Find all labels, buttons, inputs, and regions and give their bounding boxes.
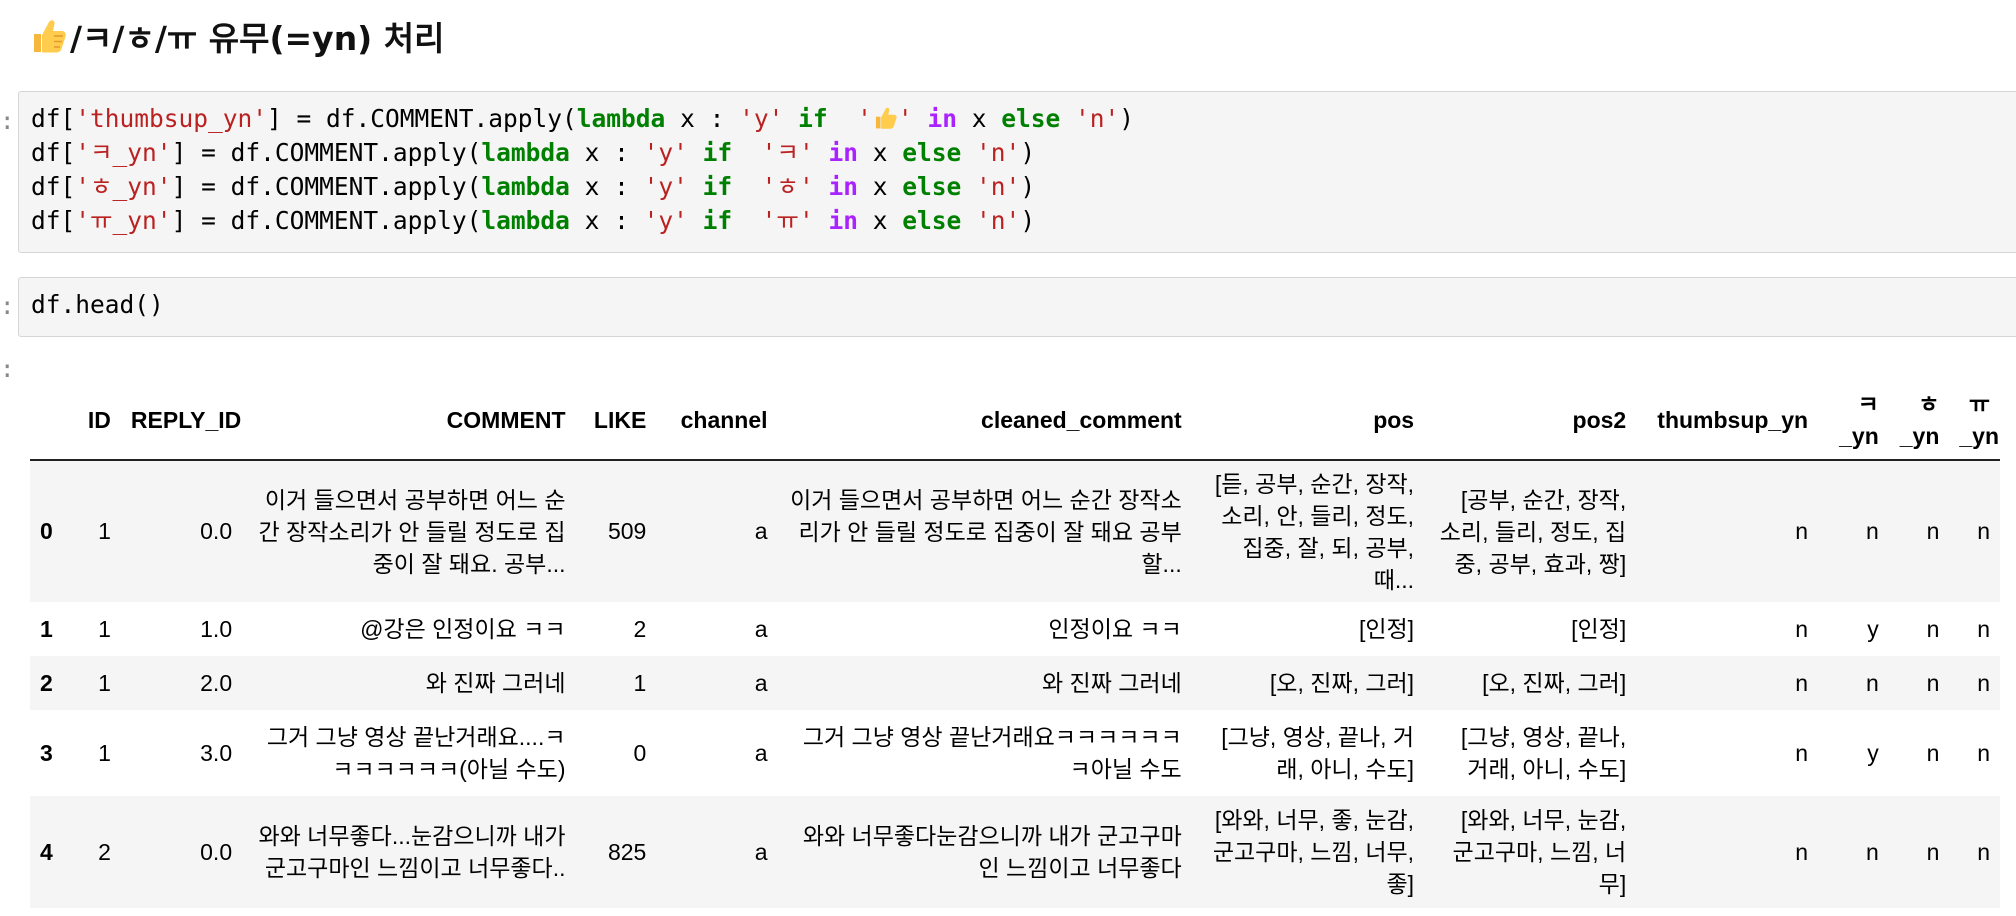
column-header-index: [30, 380, 71, 461]
row-index: 0: [40, 518, 53, 544]
table-row: 3 1 3.0 그거 그냥 영상 끝난거래요....ㅋㅋㅋㅋㅋㅋㅋ(아닐 수도) 0 a 그…: [30, 710, 2000, 796]
cell-prompt: :: [0, 355, 15, 383]
cell-comment: 그거 그냥 영상 끝난거래요....ㅋㅋㅋㅋㅋㅋㅋ(아닐 수도): [266, 724, 566, 782]
column-header-like: LIKE: [575, 380, 657, 461]
cell-thumbsup-yn: n: [1795, 739, 1809, 766]
cell-like: 825: [607, 838, 647, 865]
cell-channel: a: [754, 669, 768, 696]
heading-text: /ㅋ/ㅎ/ㅠ 유무(=yn) 처리: [70, 19, 445, 58]
code-line-4: df['ㅠ_yn'] = df.COMMENT.apply(lambda x :…: [31, 206, 1036, 235]
cell-thumbsup-yn: n: [1795, 615, 1809, 642]
cell-cleaned-comment: 이거 들으면서 공부하면 어느 순간 장작소리가 안 들릴 정도로 집중이 잘 …: [790, 486, 1182, 577]
cell-k-yn: n: [1865, 669, 1879, 696]
cell-prompt: :: [0, 292, 15, 320]
cell-reply-id: 0.0: [200, 518, 233, 544]
cell-reply-id: 1.0: [200, 615, 233, 642]
cell-like: 0: [633, 739, 647, 766]
column-header-k-yn: ㅋ _yn: [1818, 380, 1889, 461]
row-index: 1: [40, 615, 53, 642]
cell-k-yn: y: [1867, 615, 1879, 642]
cell-pos: [오, 진짜, 그러]: [1269, 670, 1415, 696]
cell-yu-yn: n: [1977, 518, 1990, 544]
column-header-pos: pos: [1191, 380, 1425, 461]
cell-yu-yn: n: [1977, 838, 1990, 865]
cell-cleaned-comment: 인정이요 ㅋㅋ: [1048, 616, 1182, 642]
header-row: ID REPLY_ID COMMENT LIKE channel cleaned_comm…: [30, 380, 2000, 461]
cell-pos2: [인정]: [1571, 616, 1627, 642]
cell-yu-yn: n: [1977, 669, 1990, 696]
cell-h-yn: n: [1926, 615, 1940, 642]
cell-comment: 와와 너무좋다...눈감으니까 내가 군고구마인 느낌이고 너무좋다..: [258, 823, 566, 881]
code-line-head: df.head(): [31, 290, 164, 319]
cell-k-yn: n: [1865, 518, 1879, 544]
cell-id: 1: [98, 669, 111, 696]
cell-channel: a: [754, 615, 768, 642]
cell-comment: @강은 인정이요 ㅋㅋ: [360, 616, 566, 642]
column-header-yu-yn: ㅠ _yn: [1949, 380, 2000, 461]
cell-channel: a: [754, 518, 768, 544]
cell-pos: [그냥, 영상, 끝나, 거래, 아니, 수도]: [1221, 724, 1415, 782]
table-row: 1 1 1.0 @강은 인정이요 ㅋㅋ 2 a 인정이요 ㅋㅋ [인정] [인정] n y n n: [30, 602, 2000, 656]
cell-reply-id: 2.0: [200, 669, 233, 696]
cell-h-yn: n: [1926, 739, 1940, 766]
cell-cleaned-comment: 와 진짜 그러네: [1041, 670, 1182, 696]
cell-like: 1: [633, 669, 647, 696]
column-header-reply-id: REPLY_ID: [120, 380, 243, 461]
table-row: 4 2 0.0 와와 너무좋다...눈감으니까 내가 군고구마인 느낌이고 너무좋다.…: [30, 796, 2000, 908]
cell-comment: 이거 들으면서 공부하면 어느 순간 장작소리가 안 들릴 정도로 집중이 잘 …: [258, 486, 566, 577]
cell-h-yn: n: [1926, 518, 1940, 544]
cell-channel: a: [754, 739, 768, 766]
cell-id: 1: [98, 518, 111, 544]
thumbs-up-icon: [875, 107, 897, 129]
cell-prompt: :: [0, 107, 15, 135]
column-header-h-yn: ㅎ _yn: [1888, 380, 1950, 461]
cell-yu-yn: n: [1977, 739, 1990, 766]
cell-h-yn: n: [1926, 669, 1940, 696]
cell-id: 1: [98, 739, 111, 766]
row-index: 3: [40, 739, 53, 766]
cell-k-yn: n: [1865, 838, 1879, 865]
code-cell-yn-processing[interactable]: df['thumbsup_yn'] = df.COMMENT.apply(lam…: [18, 91, 2016, 253]
cell-like: 509: [607, 518, 647, 544]
row-index: 2: [40, 669, 53, 696]
cell-reply-id: 0.0: [200, 838, 233, 865]
cell-comment: 와 진짜 그러네: [425, 670, 566, 696]
row-index: 4: [40, 838, 53, 865]
section-heading: /ㅋ/ㅎ/ㅠ 유무(=yn) 처리: [28, 8, 444, 64]
cell-thumbsup-yn: n: [1795, 518, 1809, 544]
cell-cleaned-comment: 그거 그냥 영상 끝난거래요ㅋㅋㅋㅋㅋㅋㅋ아닐 수도: [802, 724, 1182, 782]
column-header-channel: channel: [656, 380, 778, 461]
column-header-id: ID: [70, 380, 121, 461]
table-row: 0 1 0.0 이거 들으면서 공부하면 어느 순간 장작소리가 안 들릴 정도로 집…: [30, 460, 2000, 602]
cell-yu-yn: n: [1977, 615, 1990, 642]
cell-like: 2: [633, 615, 647, 642]
column-header-comment: COMMENT: [242, 380, 576, 461]
thumbs-up-icon: [34, 20, 66, 53]
code-line-1: df['thumbsup_yn'] = df.COMMENT.apply(lam…: [31, 104, 1135, 133]
cell-reply-id: 3.0: [200, 739, 233, 766]
dataframe-output: ID REPLY_ID COMMENT LIKE channel cleaned_comm…: [30, 380, 2000, 908]
cell-id: 1: [98, 615, 111, 642]
code-line-3: df['ㅎ_yn'] = df.COMMENT.apply(lambda x :…: [31, 172, 1036, 201]
cell-thumbsup-yn: n: [1795, 669, 1809, 696]
cell-h-yn: n: [1926, 838, 1940, 865]
column-header-pos2: pos2: [1424, 380, 1637, 461]
cell-cleaned-comment: 와와 너무좋다눈감으니까 내가 군고구마인 느낌이고 너무좋다: [802, 823, 1182, 881]
code-cell-head[interactable]: df.head(): [18, 277, 2016, 337]
cell-pos2: [와와, 너무, 눈감, 군고구마, 느낌, 너무]: [1452, 807, 1627, 897]
column-header-cleaned-comment: cleaned_comment: [777, 380, 1192, 461]
cell-pos2: [공부, 순간, 장작, 소리, 들리, 정도, 집중, 공부, 효과, 짱]: [1439, 486, 1627, 577]
table-row: 2 1 2.0 와 진짜 그러네 1 a 와 진짜 그러네 [오, 진짜, 그러] [오, 진짜…: [30, 656, 2000, 710]
cell-pos: [인정]: [1358, 616, 1415, 642]
cell-pos: [듣, 공부, 순간, 장작, 소리, 안, 들리, 정도, 집중, 잘, 되,…: [1214, 470, 1415, 593]
column-header-thumbsup-yn: thumbsup_yn: [1636, 380, 1819, 461]
code-line-2: df['ㅋ_yn'] = df.COMMENT.apply(lambda x :…: [31, 138, 1036, 167]
cell-channel: a: [754, 838, 768, 865]
cell-id: 2: [98, 838, 111, 865]
cell-k-yn: y: [1867, 739, 1879, 766]
cell-thumbsup-yn: n: [1795, 838, 1809, 865]
cell-pos2: [오, 진짜, 그러]: [1482, 670, 1627, 696]
cell-pos2: [그냥, 영상, 끝나, 거래, 아니, 수도]: [1460, 724, 1627, 782]
cell-pos: [와와, 너무, 좋, 눈감, 군고구마, 느낌, 너무, 좋]: [1212, 807, 1415, 897]
